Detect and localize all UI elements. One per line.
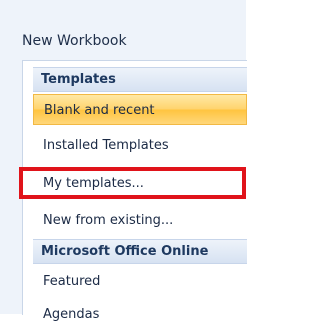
sidebar-item-new-from-existing[interactable]: New from existing... xyxy=(33,205,247,236)
dialog-title: New Workbook xyxy=(22,33,127,49)
section-header-office-online: Microsoft Office Online xyxy=(33,239,247,264)
annotation-highlight-box xyxy=(19,167,246,199)
sidebar-item-blank-and-recent[interactable]: Blank and recent xyxy=(33,94,247,125)
section-header-templates: Templates xyxy=(33,67,247,92)
sidebar-item-featured[interactable]: Featured xyxy=(33,266,247,297)
new-workbook-dialog: New Workbook Templates Blank and recent … xyxy=(0,0,247,322)
sidebar-item-agendas[interactable]: Agendas xyxy=(33,299,247,330)
sidebar-item-installed-templates[interactable]: Installed Templates xyxy=(33,130,247,161)
